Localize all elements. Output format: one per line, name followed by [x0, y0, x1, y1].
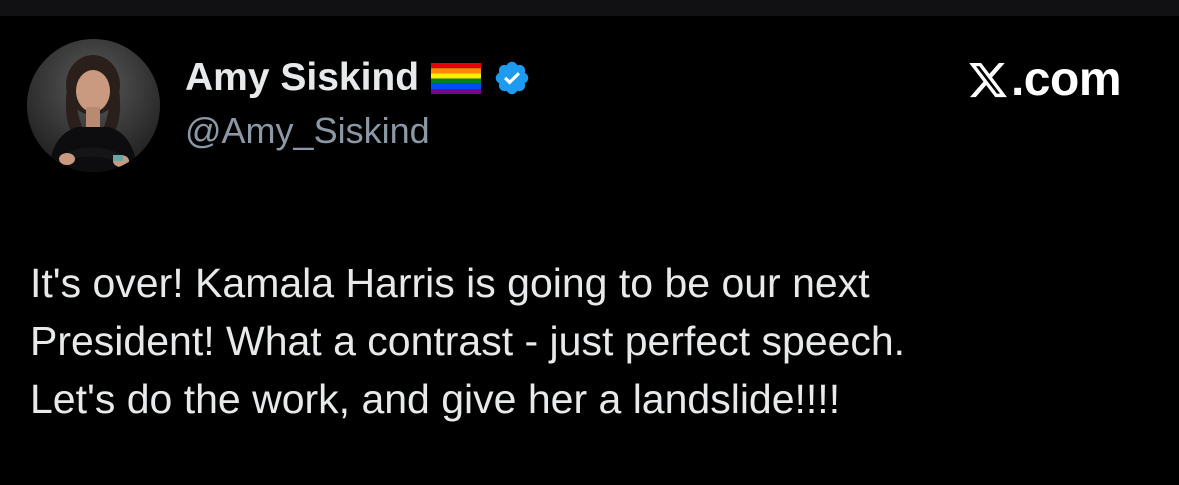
top-bar — [0, 0, 1179, 16]
tweet-text-line: It's over! Kamala Harris is going to be … — [30, 260, 870, 306]
verified-badge-icon — [495, 61, 529, 95]
x-logo-icon — [969, 62, 1007, 98]
rainbow-flag-icon — [431, 62, 482, 94]
author-handle[interactable]: @Amy_Siskind — [185, 111, 430, 151]
brand-domain-text: .com — [1010, 53, 1122, 106]
tweet-text-line: Let's do the work, and give her a landsl… — [30, 376, 841, 422]
tweet-card: Amy Siskind @Amy_Siskind .com It's over!… — [0, 16, 1179, 485]
author-name-row: Amy Siskind — [185, 56, 531, 100]
brand-logo[interactable]: .com — [967, 53, 1122, 106]
author-display-name[interactable]: Amy Siskind — [185, 56, 419, 100]
tweet-text: It's over! Kamala Harris is going to be … — [30, 254, 1160, 428]
tweet-text-line: President! What a contrast - just perfec… — [30, 318, 906, 364]
avatar[interactable] — [27, 39, 160, 172]
